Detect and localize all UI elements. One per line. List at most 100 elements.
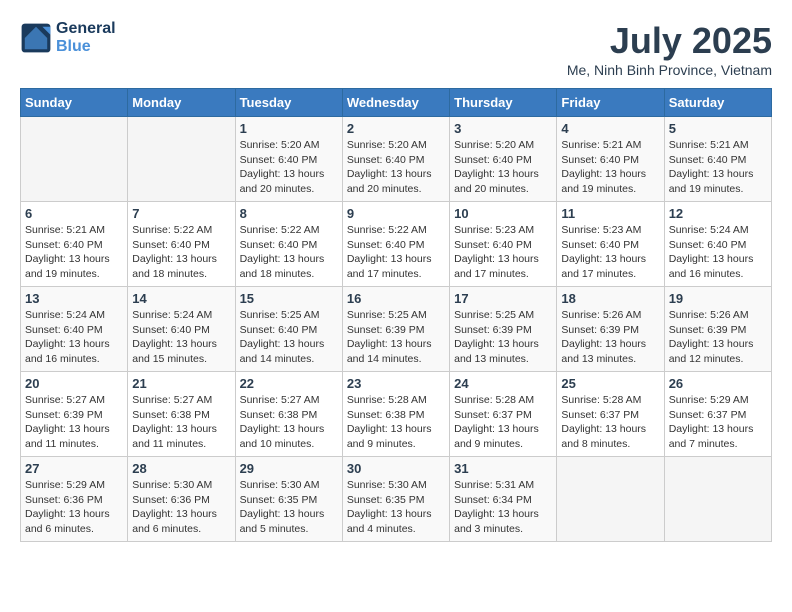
calendar-cell: 24 Sunrise: 5:28 AMSunset: 6:37 PMDaylig… [450,372,557,457]
day-info: Sunrise: 5:31 AMSunset: 6:34 PMDaylight:… [454,478,552,537]
day-info: Sunrise: 5:22 AMSunset: 6:40 PMDaylight:… [132,223,230,282]
day-number: 22 [240,376,338,391]
calendar-week-row: 1 Sunrise: 5:20 AMSunset: 6:40 PMDayligh… [21,117,772,202]
calendar-cell: 3 Sunrise: 5:20 AMSunset: 6:40 PMDayligh… [450,117,557,202]
day-number: 6 [25,206,123,221]
calendar-cell: 13 Sunrise: 5:24 AMSunset: 6:40 PMDaylig… [21,287,128,372]
page-header: General Blue July 2025 Me, Ninh Binh Pro… [20,20,772,78]
calendar-cell: 25 Sunrise: 5:28 AMSunset: 6:37 PMDaylig… [557,372,664,457]
calendar-cell: 1 Sunrise: 5:20 AMSunset: 6:40 PMDayligh… [235,117,342,202]
calendar-cell: 19 Sunrise: 5:26 AMSunset: 6:39 PMDaylig… [664,287,771,372]
calendar-header-row: SundayMondayTuesdayWednesdayThursdayFrid… [21,89,772,117]
day-number: 11 [561,206,659,221]
calendar-cell: 4 Sunrise: 5:21 AMSunset: 6:40 PMDayligh… [557,117,664,202]
day-number: 24 [454,376,552,391]
weekday-header: Wednesday [342,89,449,117]
calendar-cell: 29 Sunrise: 5:30 AMSunset: 6:35 PMDaylig… [235,457,342,542]
calendar-cell: 21 Sunrise: 5:27 AMSunset: 6:38 PMDaylig… [128,372,235,457]
day-info: Sunrise: 5:26 AMSunset: 6:39 PMDaylight:… [669,308,767,367]
calendar-week-row: 6 Sunrise: 5:21 AMSunset: 6:40 PMDayligh… [21,202,772,287]
day-number: 10 [454,206,552,221]
day-number: 23 [347,376,445,391]
day-number: 3 [454,121,552,136]
day-info: Sunrise: 5:30 AMSunset: 6:35 PMDaylight:… [347,478,445,537]
weekday-header: Monday [128,89,235,117]
day-info: Sunrise: 5:21 AMSunset: 6:40 PMDaylight:… [669,138,767,197]
day-number: 26 [669,376,767,391]
weekday-header: Friday [557,89,664,117]
calendar-cell: 9 Sunrise: 5:22 AMSunset: 6:40 PMDayligh… [342,202,449,287]
day-info: Sunrise: 5:30 AMSunset: 6:36 PMDaylight:… [132,478,230,537]
day-info: Sunrise: 5:29 AMSunset: 6:36 PMDaylight:… [25,478,123,537]
day-number: 27 [25,461,123,476]
day-number: 8 [240,206,338,221]
day-number: 25 [561,376,659,391]
weekday-header: Sunday [21,89,128,117]
calendar-cell: 15 Sunrise: 5:25 AMSunset: 6:40 PMDaylig… [235,287,342,372]
day-info: Sunrise: 5:24 AMSunset: 6:40 PMDaylight:… [132,308,230,367]
day-number: 29 [240,461,338,476]
day-number: 15 [240,291,338,306]
day-info: Sunrise: 5:20 AMSunset: 6:40 PMDaylight:… [454,138,552,197]
day-number: 4 [561,121,659,136]
calendar-week-row: 20 Sunrise: 5:27 AMSunset: 6:39 PMDaylig… [21,372,772,457]
calendar-cell: 16 Sunrise: 5:25 AMSunset: 6:39 PMDaylig… [342,287,449,372]
weekday-header: Thursday [450,89,557,117]
calendar-cell [557,457,664,542]
location: Me, Ninh Binh Province, Vietnam [567,62,772,78]
calendar-week-row: 27 Sunrise: 5:29 AMSunset: 6:36 PMDaylig… [21,457,772,542]
day-info: Sunrise: 5:26 AMSunset: 6:39 PMDaylight:… [561,308,659,367]
day-info: Sunrise: 5:30 AMSunset: 6:35 PMDaylight:… [240,478,338,537]
day-number: 16 [347,291,445,306]
calendar-cell: 10 Sunrise: 5:23 AMSunset: 6:40 PMDaylig… [450,202,557,287]
day-info: Sunrise: 5:20 AMSunset: 6:40 PMDaylight:… [347,138,445,197]
day-number: 21 [132,376,230,391]
logo-icon [20,22,52,54]
calendar-cell [21,117,128,202]
day-info: Sunrise: 5:24 AMSunset: 6:40 PMDaylight:… [25,308,123,367]
calendar-cell: 11 Sunrise: 5:23 AMSunset: 6:40 PMDaylig… [557,202,664,287]
day-info: Sunrise: 5:28 AMSunset: 6:37 PMDaylight:… [561,393,659,452]
calendar-cell: 18 Sunrise: 5:26 AMSunset: 6:39 PMDaylig… [557,287,664,372]
day-info: Sunrise: 5:23 AMSunset: 6:40 PMDaylight:… [454,223,552,282]
day-number: 20 [25,376,123,391]
calendar-table: SundayMondayTuesdayWednesdayThursdayFrid… [20,88,772,542]
calendar-cell: 7 Sunrise: 5:22 AMSunset: 6:40 PMDayligh… [128,202,235,287]
month-title: July 2025 [567,20,772,62]
day-info: Sunrise: 5:27 AMSunset: 6:38 PMDaylight:… [240,393,338,452]
calendar-cell [664,457,771,542]
calendar-cell: 12 Sunrise: 5:24 AMSunset: 6:40 PMDaylig… [664,202,771,287]
day-info: Sunrise: 5:25 AMSunset: 6:39 PMDaylight:… [347,308,445,367]
day-info: Sunrise: 5:27 AMSunset: 6:39 PMDaylight:… [25,393,123,452]
day-number: 18 [561,291,659,306]
calendar-cell: 28 Sunrise: 5:30 AMSunset: 6:36 PMDaylig… [128,457,235,542]
calendar-week-row: 13 Sunrise: 5:24 AMSunset: 6:40 PMDaylig… [21,287,772,372]
day-number: 13 [25,291,123,306]
day-info: Sunrise: 5:24 AMSunset: 6:40 PMDaylight:… [669,223,767,282]
calendar-cell: 30 Sunrise: 5:30 AMSunset: 6:35 PMDaylig… [342,457,449,542]
day-number: 2 [347,121,445,136]
calendar-cell: 27 Sunrise: 5:29 AMSunset: 6:36 PMDaylig… [21,457,128,542]
day-info: Sunrise: 5:28 AMSunset: 6:37 PMDaylight:… [454,393,552,452]
logo-text: General Blue [56,20,116,56]
day-info: Sunrise: 5:25 AMSunset: 6:40 PMDaylight:… [240,308,338,367]
day-number: 17 [454,291,552,306]
calendar-cell: 23 Sunrise: 5:28 AMSunset: 6:38 PMDaylig… [342,372,449,457]
calendar-cell: 6 Sunrise: 5:21 AMSunset: 6:40 PMDayligh… [21,202,128,287]
weekday-header: Saturday [664,89,771,117]
day-number: 7 [132,206,230,221]
day-number: 14 [132,291,230,306]
weekday-header: Tuesday [235,89,342,117]
day-number: 19 [669,291,767,306]
day-info: Sunrise: 5:28 AMSunset: 6:38 PMDaylight:… [347,393,445,452]
day-info: Sunrise: 5:29 AMSunset: 6:37 PMDaylight:… [669,393,767,452]
calendar-cell: 20 Sunrise: 5:27 AMSunset: 6:39 PMDaylig… [21,372,128,457]
logo: General Blue [20,20,116,56]
title-block: July 2025 Me, Ninh Binh Province, Vietna… [567,20,772,78]
day-info: Sunrise: 5:20 AMSunset: 6:40 PMDaylight:… [240,138,338,197]
day-number: 5 [669,121,767,136]
day-number: 28 [132,461,230,476]
day-info: Sunrise: 5:23 AMSunset: 6:40 PMDaylight:… [561,223,659,282]
day-number: 30 [347,461,445,476]
calendar-cell: 31 Sunrise: 5:31 AMSunset: 6:34 PMDaylig… [450,457,557,542]
